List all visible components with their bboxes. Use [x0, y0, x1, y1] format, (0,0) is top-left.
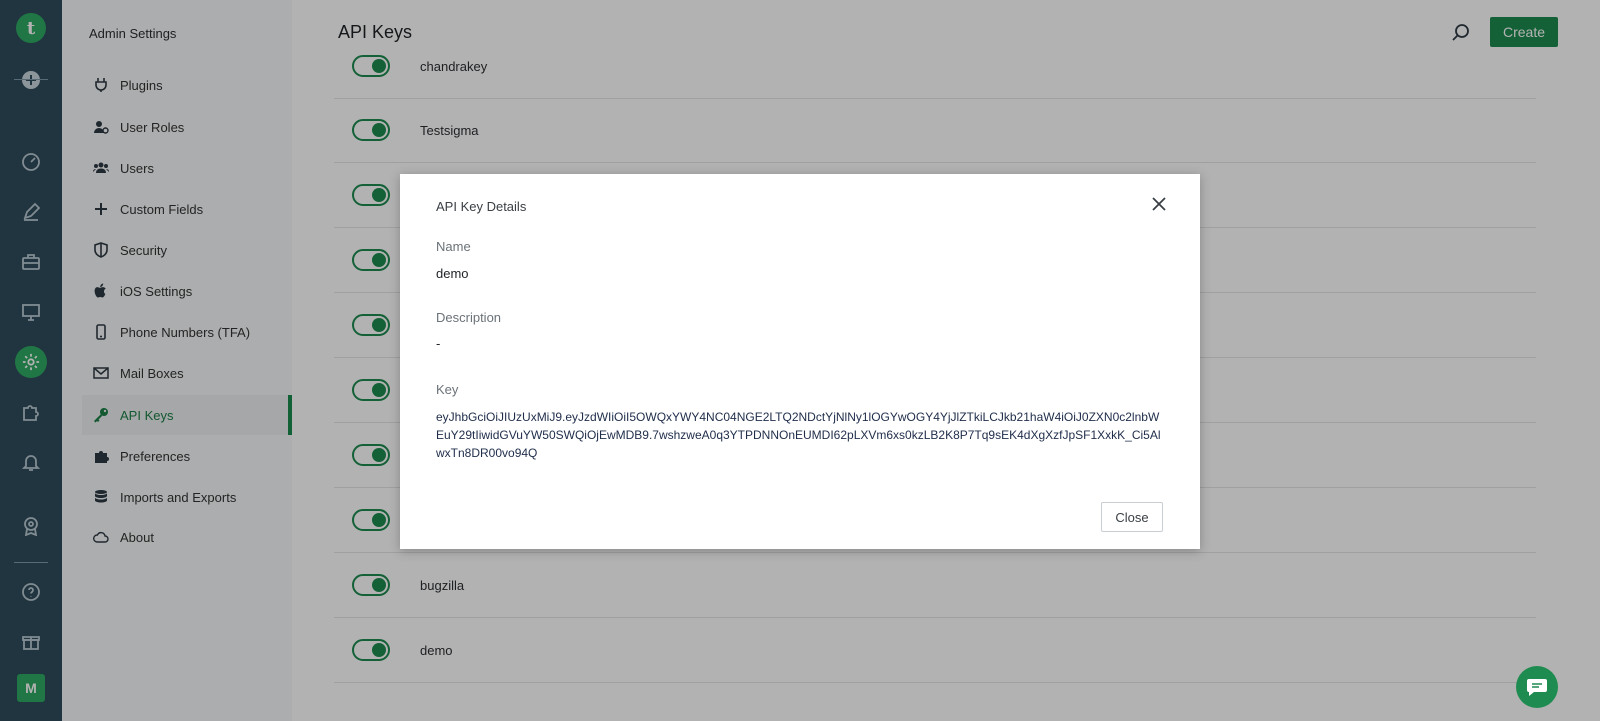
dialog-title: API Key Details — [436, 199, 527, 214]
name-value: demo — [436, 266, 469, 281]
name-label: Name — [436, 239, 471, 254]
chat-button[interactable] — [1516, 666, 1558, 708]
key-label: Key — [436, 382, 459, 397]
close-button[interactable]: Close — [1101, 502, 1163, 532]
chat-icon — [1527, 679, 1547, 696]
close-icon[interactable] — [1149, 194, 1169, 214]
description-label: Description — [436, 310, 502, 325]
key-value: eyJhbGciOiJIUzUxMiJ9.eyJzdWIiOiI5OWQxYWY… — [436, 410, 1161, 460]
api-key-details-dialog: API Key Details Name demo Description - … — [400, 174, 1200, 549]
description-value: - — [436, 336, 441, 351]
